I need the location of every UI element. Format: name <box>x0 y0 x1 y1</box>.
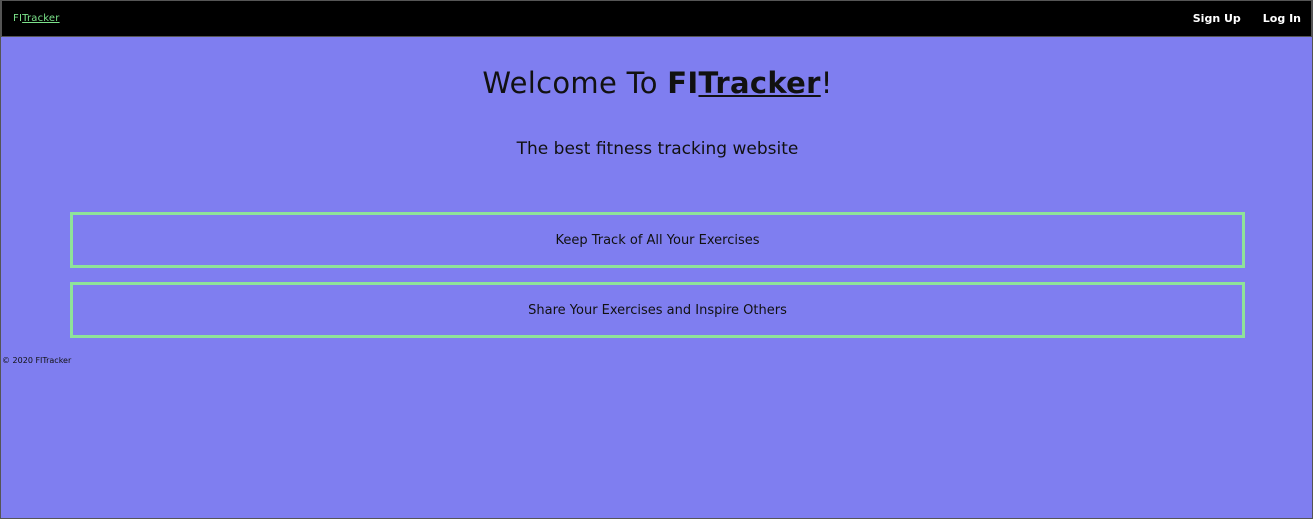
feature-text: Share Your Exercises and Inspire Others <box>528 302 787 318</box>
footer-copyright: © 2020 FITracker <box>2 356 72 365</box>
title-prefix: Welcome To <box>482 66 668 100</box>
feature-card-track: Keep Track of All Your Exercises <box>70 212 1245 268</box>
brand-suffix: Tracker <box>22 13 60 24</box>
top-navbar: FITracker Sign Up Log In <box>1 0 1312 37</box>
sign-up-link[interactable]: Sign Up <box>1193 12 1241 25</box>
brand-prefix: FI <box>13 13 23 24</box>
title-brand-a: FI <box>667 66 699 100</box>
nav-links: Sign Up Log In <box>1193 12 1301 25</box>
feature-card-share: Share Your Exercises and Inspire Others <box>70 282 1245 338</box>
log-in-link[interactable]: Log In <box>1263 12 1301 25</box>
title-brand-b: Tracker <box>698 66 821 100</box>
title-suffix: ! <box>820 66 833 100</box>
feature-text: Keep Track of All Your Exercises <box>555 232 760 248</box>
page-subtitle: The best fitness tracking website <box>516 139 799 159</box>
brand-logo-link[interactable]: FITracker <box>13 13 60 24</box>
page-title: Welcome To FITracker! <box>1 66 1313 100</box>
title-brand: FITracker <box>667 66 820 100</box>
